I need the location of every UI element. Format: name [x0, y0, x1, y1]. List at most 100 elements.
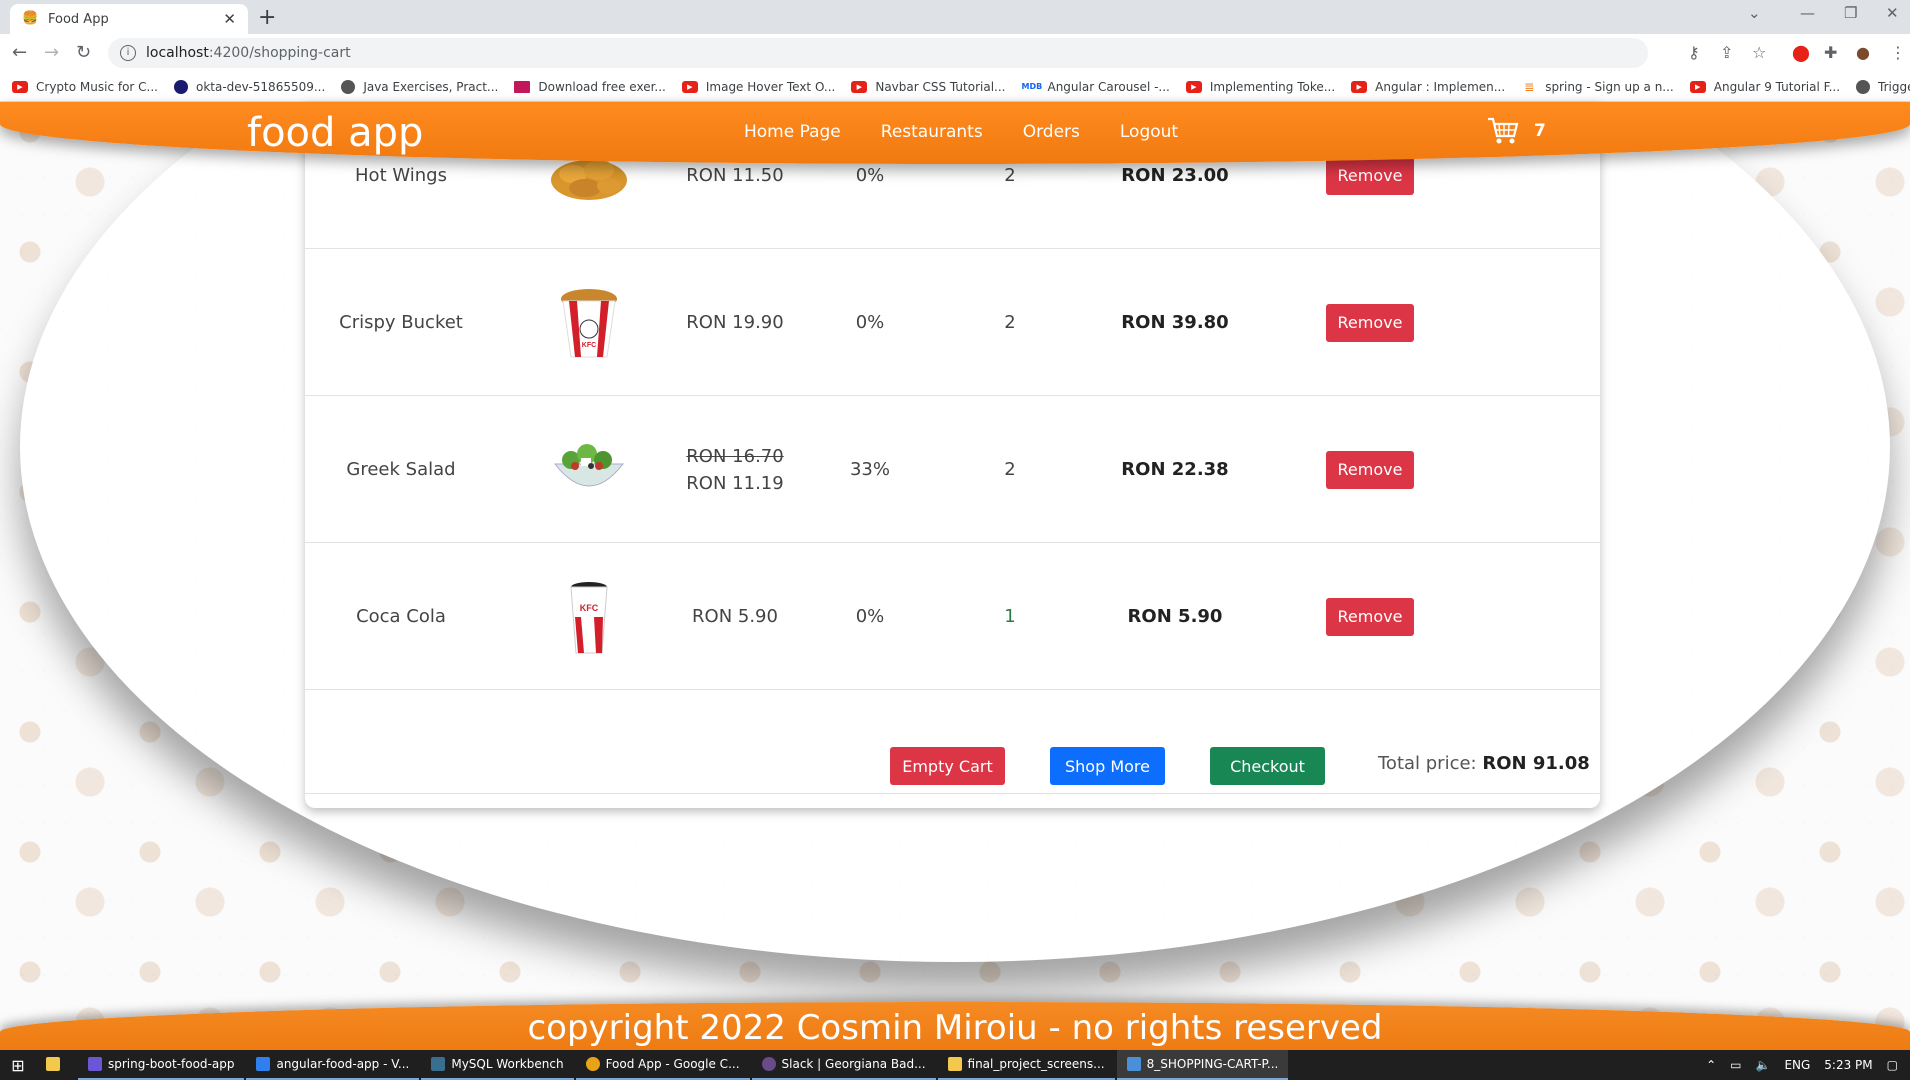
- item-name: Crispy Bucket: [305, 249, 497, 396]
- notifications-icon[interactable]: ▢: [1887, 1058, 1898, 1072]
- shopping-cart-icon: [1488, 117, 1519, 144]
- tab-search-chevron-icon[interactable]: ⌄: [1748, 4, 1761, 22]
- youtube-icon: ▶: [12, 80, 28, 93]
- item-total-text: RON 39.80: [1121, 312, 1229, 333]
- vscode-icon: [256, 1057, 271, 1071]
- password-key-icon[interactable]: ⚷: [1688, 43, 1700, 62]
- profile-avatar-icon[interactable]: ●: [1856, 43, 1870, 62]
- bookmark-item[interactable]: ≣ spring - Sign up a n...: [1521, 80, 1674, 94]
- taskbar-item[interactable]: final_project_screens...: [937, 1050, 1115, 1080]
- back-icon[interactable]: ←: [12, 42, 27, 63]
- item-quantity: 2: [955, 249, 1065, 396]
- network-icon[interactable]: ▭: [1730, 1058, 1741, 1072]
- bookmark-label: Angular : Implemen...: [1375, 79, 1506, 94]
- youtube-icon: ▶: [851, 80, 868, 93]
- window-close-icon[interactable]: ✕: [1886, 4, 1899, 22]
- total-price: Total price: RON 91.08: [1378, 753, 1590, 774]
- cart-actions-row: Empty Cart Shop More Checkout Total pric…: [305, 737, 1600, 794]
- remove-button[interactable]: Remove: [1326, 450, 1414, 489]
- forward-icon[interactable]: →: [44, 42, 59, 63]
- chrome-icon: [585, 1057, 600, 1071]
- original-price: RON 16.70: [686, 445, 784, 467]
- taskbar-label: Food App - Google C...: [605, 1057, 740, 1071]
- address-bar[interactable]: i localhost:4200/shopping-cart: [108, 38, 1648, 68]
- item-discount: 33%: [815, 396, 925, 543]
- taskbar-item[interactable]: angular-food-app - V...: [246, 1050, 420, 1080]
- bookmark-item[interactable]: MDB Angular Carousel -...: [1021, 79, 1170, 94]
- item-name-text: Hot Wings: [355, 165, 447, 186]
- url-path: :4200/shopping-cart: [208, 45, 351, 61]
- item-name: Greek Salad: [305, 396, 497, 543]
- bookmark-item[interactable]: Java Exercises, Pract...: [341, 79, 498, 94]
- cart-link[interactable]: 7: [1486, 116, 1546, 146]
- nav-restaurants[interactable]: Restaurants: [881, 122, 983, 142]
- cart-count-badge: 7: [1534, 121, 1546, 141]
- item-discount-text: 0%: [855, 606, 885, 627]
- bookmark-item[interactable]: ▶ Image Hover Text O...: [681, 80, 835, 94]
- nav-logout[interactable]: Logout: [1120, 122, 1178, 142]
- item-quantity: 1: [955, 543, 1065, 690]
- bookmark-item[interactable]: ▶ Angular 9 Tutorial F...: [1689, 80, 1840, 94]
- tray-chevron-icon[interactable]: ⌃: [1706, 1058, 1716, 1072]
- reload-icon[interactable]: ↻: [76, 42, 91, 63]
- bookmark-item[interactable]: ▶ Implementing Toke...: [1185, 79, 1336, 94]
- item-discount: 0%: [815, 543, 925, 690]
- windows-start-icon[interactable]: ⊞: [0, 1056, 36, 1075]
- bookmark-label: Implementing Toke...: [1209, 79, 1336, 94]
- taskbar-label: MySQL Workbench: [451, 1057, 564, 1071]
- bookmark-item[interactable]: ▶ Angular : Implemen...: [1351, 80, 1505, 94]
- bookmark-item[interactable]: Download free exer...: [514, 80, 666, 94]
- language-indicator[interactable]: ENG: [1784, 1058, 1810, 1072]
- shop-more-button[interactable]: Shop More: [1050, 747, 1165, 785]
- extensions-puzzle-icon[interactable]: ✚: [1824, 43, 1837, 62]
- slack-icon: [761, 1057, 776, 1071]
- svg-text:KFC: KFC: [582, 342, 596, 349]
- brand-logo[interactable]: food app: [247, 110, 423, 156]
- remove-button[interactable]: Remove: [1326, 156, 1414, 195]
- tab-close-icon[interactable]: ✕: [223, 10, 236, 28]
- bookmark-item[interactable]: ▶ Navbar CSS Tutorial...: [851, 80, 1005, 94]
- okta-icon: [174, 79, 188, 94]
- item-quantity-text: 2: [1004, 459, 1016, 480]
- taskbar-item[interactable]: spring-boot-food-app: [78, 1050, 245, 1080]
- total-price-value: RON 91.08: [1482, 753, 1590, 774]
- remove-button[interactable]: Remove: [1326, 597, 1414, 636]
- minimize-icon[interactable]: —: [1800, 4, 1815, 22]
- taskbar-item[interactable]: 8_SHOPPING-CART-P...: [1116, 1050, 1289, 1080]
- taskbar-label: Slack | Georgiana Bad...: [781, 1057, 926, 1071]
- bookmark-item[interactable]: ▶ Crypto Music for C...: [12, 80, 158, 94]
- remove-button[interactable]: Remove: [1326, 303, 1414, 342]
- new-tab-icon[interactable]: +: [258, 5, 276, 30]
- clock[interactable]: 5:23 PM: [1824, 1058, 1872, 1072]
- taskbar-item[interactable]: MySQL Workbench: [421, 1050, 574, 1080]
- taskbar-label: angular-food-app - V...: [276, 1057, 410, 1071]
- cart-row: Greek Salad RON 16.70 RON 11.19 33% 2 RON…: [305, 396, 1600, 543]
- browser-tab[interactable]: 🍔 Food App ✕: [10, 4, 248, 34]
- taskbar-item[interactable]: Slack | Georgiana Bad...: [751, 1050, 936, 1080]
- youtube-icon: ▶: [1351, 80, 1368, 93]
- file-explorer-icon[interactable]: [36, 1050, 76, 1080]
- site-info-icon[interactable]: i: [120, 45, 136, 61]
- share-icon[interactable]: ⇪: [1720, 43, 1733, 62]
- cart-row: Crispy Bucket KFC RON 19.90 0% 2 RON 39.…: [305, 249, 1600, 396]
- opera-extension-icon[interactable]: ⬤: [1792, 43, 1810, 62]
- nav-home-page[interactable]: Home Page: [744, 122, 841, 142]
- bookmark-item[interactable]: Trigger CSS3 anima...: [1856, 79, 1910, 94]
- empty-cart-button[interactable]: Empty Cart: [890, 747, 1005, 785]
- item-name-text: Crispy Bucket: [339, 312, 463, 333]
- globe-icon: [341, 79, 356, 94]
- nav-orders[interactable]: Orders: [1023, 122, 1080, 142]
- item-image: KFC: [519, 249, 659, 396]
- volume-icon[interactable]: 🔈: [1755, 1058, 1770, 1072]
- item-discount-text: 0%: [855, 165, 885, 186]
- bookmark-item[interactable]: okta-dev-51865509...: [174, 79, 325, 94]
- item-name: Coca Cola: [305, 543, 497, 690]
- bookmark-label: Angular Carousel -...: [1047, 79, 1170, 94]
- bookmark-label: Crypto Music for C...: [36, 79, 158, 94]
- menu-kebab-icon[interactable]: ⋮: [1890, 43, 1906, 62]
- bookmark-star-icon[interactable]: ☆: [1752, 43, 1766, 62]
- taskbar-item[interactable]: Food App - Google C...: [575, 1050, 750, 1080]
- checkout-button[interactable]: Checkout: [1210, 747, 1325, 785]
- nav-links: Home Page Restaurants Orders Logout: [744, 122, 1178, 142]
- restore-icon[interactable]: ❐: [1844, 4, 1857, 22]
